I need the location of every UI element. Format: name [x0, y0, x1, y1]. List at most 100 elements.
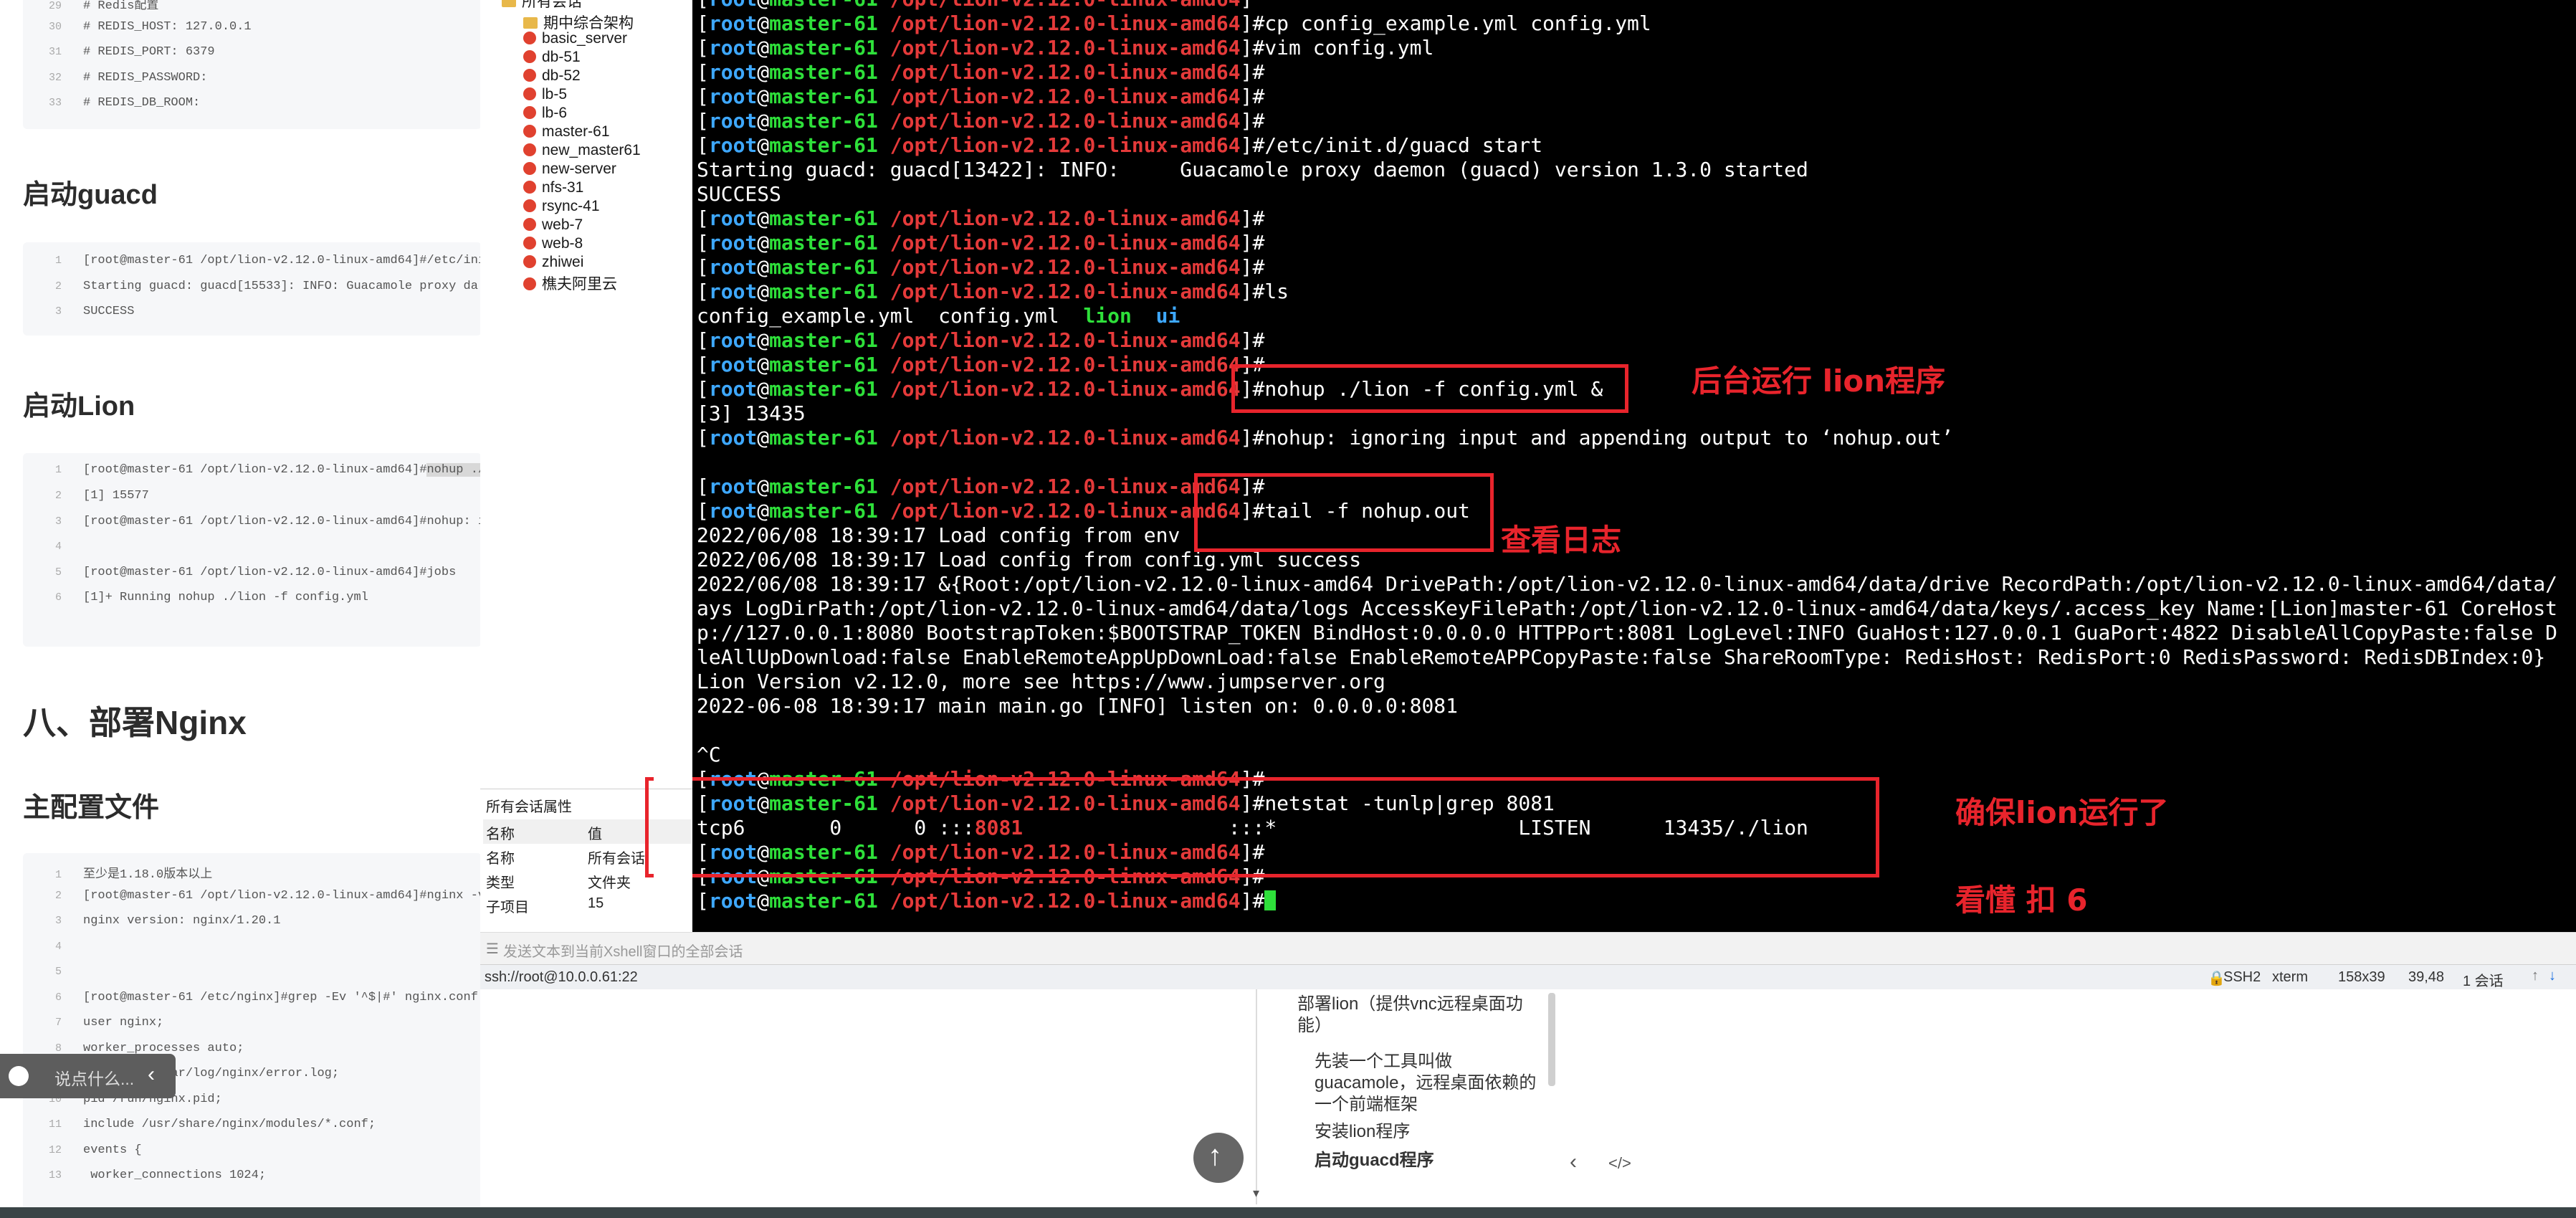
terminal-line: [root@master-61 /opt/lion-v2.12.0-linux-…: [697, 60, 1265, 84]
terminal-size: 158x39: [2338, 969, 2385, 985]
session-icon: [523, 87, 536, 100]
property-row: 类型 文件夹: [486, 875, 631, 891]
comment-placeholder[interactable]: 说点什么...: [54, 1065, 134, 1090]
terminal-line: Lion Version v2.12.0, more see https://w…: [697, 670, 1385, 693]
terminal-line: [root@master-61 /opt/lion-v2.12.0-linux-…: [697, 353, 1265, 376]
code-line: 7 user nginx;: [54, 1016, 164, 1029]
annotation-understand: 看懂 扣 6: [1955, 882, 2088, 918]
heading-start-lion: 启动Lion: [23, 391, 135, 422]
code-line: 2 [1] 15577: [54, 489, 149, 503]
terminal-line: Starting guacd: guacd[13422]: INFO: Guac…: [697, 158, 1808, 181]
taskbar-strip: [0, 1207, 2576, 1218]
code-line: 1 [root@master-61 /opt/lion-v2.12.0-linux…: [54, 254, 480, 267]
terminal-line: ^C: [697, 743, 721, 766]
heading-deploy-nginx: 八、部署Nginx: [23, 704, 247, 741]
code-line: 13 worker_connections 1024;: [48, 1169, 267, 1182]
terminal-line: p://127.0.0.1:8080 BootstrapToken:$BOOTS…: [697, 621, 2558, 644]
session-icon: [523, 143, 536, 156]
session-icon: [523, 218, 536, 231]
code-icon[interactable]: </>: [1608, 1154, 1631, 1173]
send-text-input[interactable]: 发送文本到当前Xshell窗口的全部会话: [503, 940, 743, 961]
annotation-ensure-lion: 确保lion运行了: [1955, 795, 2169, 830]
session-icon: [523, 162, 536, 175]
properties-header: 名称值: [483, 819, 691, 844]
session-icon: [523, 277, 536, 290]
folder-icon: [523, 17, 538, 29]
blog-article-panel: 29 # Redis配置 30 # REDIS_HOST: 127.0.0.1 31 # …: [0, 0, 480, 1218]
connection-string: ssh://root@10.0.0.61:22: [485, 969, 638, 985]
folder-icon: [502, 0, 516, 7]
terminal-window[interactable]: [root@master-61 /opt/lion-v2.12.0-linux-…: [692, 0, 2576, 932]
back-to-top-button[interactable]: ↑: [1193, 1133, 1244, 1183]
session-icon: [523, 106, 536, 119]
arrow-up-icon[interactable]: ↑: [2532, 968, 2539, 984]
session-count: 1 会话: [2463, 974, 2504, 989]
tree-item-session[interactable]: 樵夫阿里云: [523, 272, 617, 294]
terminal-line: [root@master-61 /opt/lion-v2.12.0-linux-…: [697, 231, 1265, 254]
smiley-icon: [9, 1066, 29, 1086]
terminal-line: SUCCESS: [697, 182, 782, 206]
properties-title: 所有会话属性: [486, 799, 572, 815]
session-icon: [523, 237, 536, 249]
code-line: 33 # REDIS_DB_ROOM:: [48, 96, 201, 110]
scroll-down-icon[interactable]: ▾: [1253, 1186, 1259, 1201]
code-block-guacd: 1 [root@master-61 /opt/lion-v2.12.0-linux…: [23, 242, 480, 336]
code-line: 5 [root@master-61 /opt/lion-v2.12.0-linux…: [54, 565, 457, 579]
toc-item[interactable]: 先装一个工具叫做guacamole，远程桌面依赖的一个前端框架: [1315, 1051, 1537, 1115]
menu-icon[interactable]: ☰: [486, 940, 499, 958]
code-line: 4: [54, 940, 62, 953]
toc-item[interactable]: 部署lion（提供vnc远程桌面功能）: [1297, 994, 1541, 1037]
session-tree: 所有会话 期中综合架构 basic_server db-51 db-52 lb-5 lb-…: [480, 0, 693, 789]
annotation-run-lion: 后台运行 lion程序: [1692, 363, 1946, 399]
terminal-line: [root@master-61 /opt/lion-v2.12.0-linux-…: [697, 36, 1434, 60]
toc-item[interactable]: 安装lion程序: [1315, 1121, 1537, 1143]
highlight-tail-command: [1194, 473, 1494, 552]
toc-scrollbar[interactable]: [1548, 993, 1555, 1086]
session-properties-panel: 所有会话属性 名称值 名称 所有会话 类型 文件夹子项目 15: [480, 789, 693, 943]
code-block-lion: 1 [root@master-61 /opt/lion-v2.12.0-linux…: [23, 453, 480, 647]
code-block-nginx: 1 至少是1.18.0版本以上 2 [root@master-61 /opt/lion…: [23, 853, 480, 1218]
table-of-contents: 部署lion（提供vnc远程桌面功能） 先装一个工具叫做guacamole，远程桌…: [1256, 989, 1558, 1204]
chevron-left-icon[interactable]: ‹: [1570, 1150, 1577, 1174]
code-line: 5: [54, 966, 62, 978]
terminal-line: [root@master-61 /opt/lion-v2.12.0-linux-…: [697, 255, 1265, 279]
terminal-line: leAllUpDownload:false EnableRemoteAppUpD…: [697, 645, 2546, 669]
property-row: 子项目 15: [486, 895, 604, 915]
code-line: 1 [root@master-61 /opt/lion-v2.12.0-linux…: [23, 463, 480, 489]
terminal-line: [root@master-61 /opt/lion-v2.12.0-linux-…: [697, 889, 1277, 913]
code-block-redis: 29 # Redis配置 30 # REDIS_HOST: 127.0.0.1 31 # …: [23, 0, 480, 129]
code-line: 11 include /usr/share/nginx/modules/*.con…: [48, 1118, 376, 1131]
toc-item[interactable]: 启动guacd程序: [1315, 1150, 1537, 1171]
collapse-icon[interactable]: ‹: [148, 1062, 155, 1087]
terminal-line: ays LogDirPath:/opt/lion-v2.12.0-linux-a…: [697, 596, 2558, 620]
terminal-line: [root@master-61 /opt/lion-v2.12.0-linux-…: [697, 133, 1543, 157]
terminal-line: [root@master-61 /opt/lion-v2.12.0-linux-…: [697, 475, 1265, 498]
comment-bar[interactable]: 说点什么... ‹: [0, 1054, 176, 1098]
code-line: 3 SUCCESS: [54, 305, 135, 318]
tree-root-all-sessions[interactable]: 所有会话: [502, 0, 582, 11]
code-line: 6 [1]+ Running nohup ./lion -f config.yml: [54, 591, 368, 604]
terminal-line: 2022/06/08 18:39:17 &{Root:/opt/lion-v2.…: [697, 572, 2558, 596]
terminal-line: [root@master-61 /opt/lion-v2.12.0-linux-…: [697, 328, 1265, 352]
arrow-down-icon[interactable]: ↓: [2549, 968, 2556, 984]
code-line: 3 nginx version: nginx/1.20.1: [54, 914, 281, 928]
session-icon: [523, 32, 536, 44]
highlight-netstat-output: [692, 777, 1879, 877]
terminal-line: [root@master-61 /opt/lion-v2.12.0-linux-…: [697, 109, 1265, 133]
property-row: 名称 所有会话: [486, 851, 645, 867]
session-icon: [523, 125, 536, 138]
heading-main-config: 主配置文件: [23, 793, 160, 823]
send-text-bar[interactable]: ☰ 发送文本到当前Xshell窗口的全部会话: [480, 932, 2576, 965]
terminal-line: 2022-06-08 18:39:17 main main.go [INFO] …: [697, 694, 1459, 718]
code-line: 32 # REDIS_PASSWORD:: [48, 70, 208, 85]
code-line: 2 [root@master-61 /opt/lion-v2.12.0-linux…: [54, 888, 480, 903]
session-icon: [523, 199, 536, 212]
terminal-line: [root@master-61 /opt/lion-v2.12.0-linux-…: [697, 11, 1651, 35]
terminal-line: config_example.yml config.yml lion ui: [697, 304, 1180, 328]
code-line: 31 # REDIS_PORT: 6379: [48, 45, 215, 59]
terminal-line: [root@master-61 /opt/lion-v2.12.0-linux-…: [697, 85, 1265, 108]
xshell-status-bar: ssh://root@10.0.0.61:22 🔒 SSH2 xterm 158…: [480, 964, 2576, 990]
code-line: 2 Starting guacd: guacd[15533]: INFO: Gua…: [54, 279, 478, 293]
code-line: 4: [54, 541, 62, 553]
protocol-label: SSH2: [2223, 969, 2261, 985]
